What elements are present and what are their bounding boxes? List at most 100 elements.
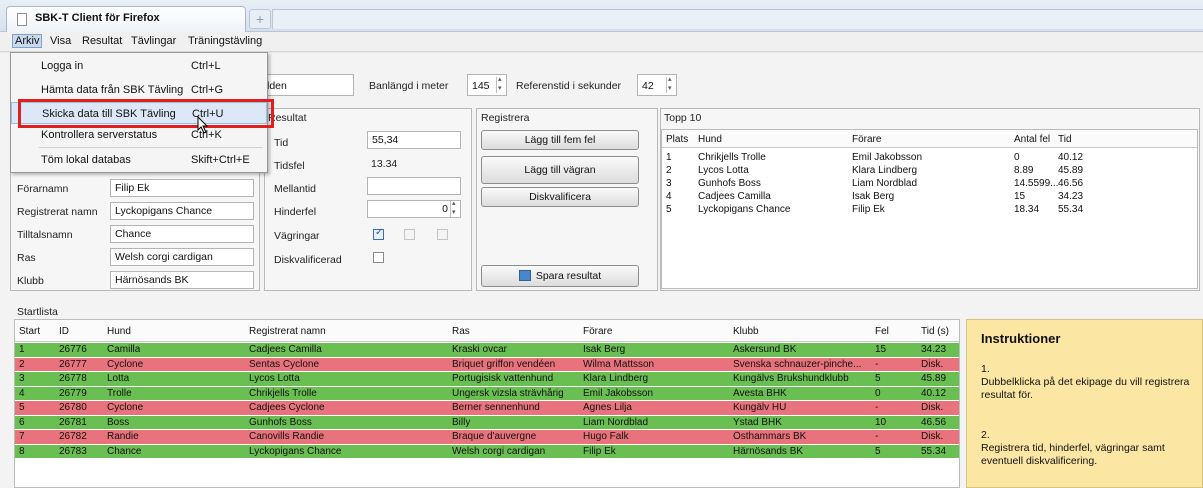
topp10-row[interactable]: 1 Chrikjells Trolle Emil Jakobsson 0 40.12: [662, 151, 1197, 164]
topp10-cell-tid: 40.12: [1058, 152, 1084, 163]
topp10-cell-hund: Lyckopigans Chance: [698, 204, 791, 215]
startlista-row[interactable]: 4 26779 Trolle Chrikjells Trolle Ungersk viz…: [15, 386, 959, 400]
ras-label: Ras: [17, 252, 36, 264]
topp10-cell-tid: 46.56: [1058, 178, 1084, 189]
topp10-row[interactable]: 5 Lyckopigans Chance Filip Ek 18.34 55.34: [662, 203, 1197, 216]
menu-item-label: Hämta data från SBK Tävling: [41, 84, 184, 96]
forarnamn-field[interactable]: Filip Ek: [110, 179, 254, 197]
startlista-row[interactable]: 8 26783 Chance Lyckopigans Chance Welsh corg…: [15, 444, 959, 458]
menu-tavlingar[interactable]: Tävlingar: [131, 35, 176, 47]
startlista-cell-start: 1: [19, 344, 25, 355]
disqualify-button[interactable]: Diskvalificera: [481, 187, 639, 207]
referenstid-value: 42: [642, 80, 654, 92]
browser-tab[interactable]: SBK-T Client för Firefox: [6, 6, 246, 32]
startlista-row[interactable]: 1 26776 Camilla Cadjees Camilla Kraski ovcar…: [15, 343, 959, 357]
vagring-checkbox-3[interactable]: [437, 229, 448, 240]
klubb-field[interactable]: Härnösands BK: [110, 271, 254, 289]
new-tab-button[interactable]: +: [249, 9, 271, 29]
tid-field[interactable]: 55,34: [367, 131, 461, 149]
hinderfel-field[interactable]: 0: [367, 200, 461, 218]
topp10-title: Topp 10: [664, 112, 702, 124]
topp10-cell-tid: 34.23: [1058, 191, 1084, 202]
startlista-row[interactable]: 3 26778 Lotta Lycos Lotta Portugisisk vatten…: [15, 372, 959, 386]
topp10-col-tid: Tid: [1058, 134, 1072, 145]
menu-item-label: Töm lokal databas: [41, 154, 131, 166]
startlista-row[interactable]: 2 26777 Cyclone Sentas Cyclone Briquet griff…: [15, 357, 959, 371]
startlista-cell-hund: Camilla: [107, 344, 141, 355]
topp10-row[interactable]: 3 Gunhofs Boss Liam Nordblad 14.5599... 46.5…: [662, 177, 1197, 190]
topp10-cell-plats: 1: [666, 152, 672, 163]
diskvalificerad-label: Diskvalificerad: [274, 254, 342, 266]
topp10-row[interactable]: 2 Lycos Lotta Klara Lindberg 8.89 45.89: [662, 164, 1197, 177]
banlangd-input[interactable]: 145: [467, 74, 507, 96]
referenstid-spinner-icon[interactable]: [666, 75, 675, 93]
startlista-cell-ras: Kraski ovcar: [452, 344, 508, 355]
startlista-cell-start: 7: [19, 431, 25, 442]
startlista-cell-fel: 5: [875, 373, 881, 384]
ras-field[interactable]: Welsh corgi cardigan: [110, 248, 254, 266]
menu-arkiv[interactable]: Arkiv: [12, 34, 43, 48]
startlista-cell-regnamn: Chrikjells Trolle: [249, 387, 317, 399]
referenstid-input[interactable]: 42: [637, 74, 677, 96]
topp10-cell-antal-fel: 14.5599...: [1014, 178, 1059, 189]
hinderfel-value: 0: [442, 203, 448, 215]
startlista-cell-klubb: Kungälvs Brukshundklubb: [733, 373, 849, 384]
competition-field[interactable]: lden: [262, 74, 354, 96]
startlista-cell-hund: Trolle: [107, 387, 132, 399]
save-result-button[interactable]: Spara resultat: [481, 265, 639, 287]
menu-item-label: Logga in: [41, 60, 84, 72]
regnamn-field[interactable]: Lyckopigans Chance: [110, 202, 254, 220]
start-col-forare: Förare: [583, 326, 613, 337]
mellantid-field[interactable]: [367, 177, 461, 195]
menu-traningstavling[interactable]: Träningstävling: [188, 35, 262, 47]
menu-visa[interactable]: Visa: [50, 35, 71, 47]
regnamn-label: Registrerat namn: [17, 206, 98, 218]
startlista-row[interactable]: 6 26781 Boss Gunhofs Boss Billy Liam Nordblad…: [15, 415, 959, 429]
topp10-cell-tid: 45.89: [1058, 165, 1084, 176]
start-col-fel: Fel: [875, 326, 889, 337]
hinderfel-spinner-icon[interactable]: [450, 201, 459, 217]
startlista-cell-id: 26783: [59, 445, 87, 457]
vagring-checkbox-2[interactable]: [404, 229, 415, 240]
topp10-cell-forare: Emil Jakobsson: [852, 152, 923, 163]
startlista-cell-id: 26779: [59, 387, 87, 399]
topp10-cell-plats: 3: [666, 178, 672, 189]
topp10-cell-tid: 55.34: [1058, 204, 1084, 215]
tilltal-field[interactable]: Chance: [110, 225, 254, 243]
startlista-cell-forare: Klara Lindberg: [583, 373, 649, 384]
step1-text: Dubbelklicka på det ekipage du vill regi…: [981, 376, 1190, 401]
add-five-faults-button[interactable]: Lägg till fem fel: [481, 130, 639, 150]
startlista-cell-forare: Isak Berg: [583, 344, 626, 355]
startlista-row[interactable]: 5 26780 Cyclone Cadjees Cyclone Berner senne…: [15, 401, 959, 415]
topp10-row[interactable]: 4 Cadjees Camilla Isak Berg 15 34.23: [662, 190, 1197, 203]
menu-item-logga-in[interactable]: Logga in Ctrl+L: [11, 55, 267, 77]
startlista-table[interactable]: Start ID Hund Registrerat namn Ras Förar…: [14, 319, 960, 488]
tab-title: SBK-T Client för Firefox: [35, 12, 160, 24]
startlista-cell-start: 2: [19, 358, 25, 370]
menu-item-tom-lokal-databas[interactable]: Töm lokal databas Skift+Ctrl+E: [11, 149, 267, 171]
topp10-cell-plats: 2: [666, 165, 672, 176]
topp10-table[interactable]: Plats Hund Förare Antal fel Tid 1 Chrikje…: [661, 129, 1198, 289]
startlista-cell-regnamn: Gunhofs Boss: [249, 416, 312, 428]
startlista-cell-fel: 5: [875, 445, 881, 457]
startlista-cell-tid: 55.34: [921, 445, 947, 457]
topp10-cell-plats: 4: [666, 191, 672, 202]
startlista-cell-hund: Cyclone: [107, 402, 144, 413]
topp10-col-hund: Hund: [698, 134, 722, 145]
startlista-cell-tid: 45.89: [921, 373, 947, 384]
menu-item-hamta-data[interactable]: Hämta data från SBK Tävling Ctrl+G: [11, 79, 267, 101]
add-refusal-button[interactable]: Lägg till vägran: [481, 156, 639, 184]
topp10-cell-hund: Cadjees Camilla: [698, 191, 771, 202]
menu-resultat[interactable]: Resultat: [82, 35, 122, 47]
banlangd-spinner-icon[interactable]: [496, 75, 505, 93]
diskvalificerad-checkbox[interactable]: [373, 252, 384, 263]
topp10-cell-antal-fel: 18.34: [1014, 204, 1040, 215]
vagring-checkbox-1[interactable]: [373, 227, 384, 240]
menu-item-shortcut: Ctrl+L: [191, 60, 221, 72]
startlista-row[interactable]: 7 26782 Randie Canovills Randie Braque d'auv…: [15, 430, 959, 444]
step2-text: Registrera tid, hinderfel, vägringar sam…: [981, 442, 1165, 467]
startlista-cell-ras: Ungersk vizsla strävhårig: [452, 387, 564, 399]
step2-number: 2.: [981, 429, 990, 441]
startlista-cell-hund: Lotta: [107, 373, 130, 384]
topp10-cell-antal-fel: 8.89: [1014, 165, 1034, 176]
